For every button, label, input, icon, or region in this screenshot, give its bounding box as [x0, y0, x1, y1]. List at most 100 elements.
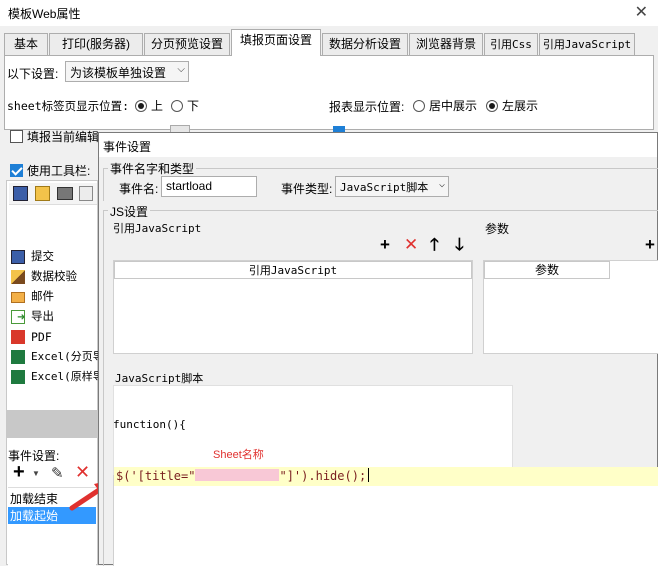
tab-basic[interactable]: 基本	[4, 33, 48, 55]
dialog-title: 事件设置	[103, 140, 152, 154]
checkbox-unchecked-icon	[10, 130, 23, 143]
print-icon[interactable]	[57, 187, 73, 200]
toolbar-item-label: PDF	[31, 330, 52, 344]
page-icon[interactable]	[79, 186, 93, 201]
scope-label: 以下设置:	[7, 67, 59, 81]
sheet-pos-bottom-label: 下	[187, 99, 200, 113]
code-line-1: function(){	[113, 418, 186, 431]
toolbar-item-label: 数据校验	[31, 271, 77, 283]
toolbar-item-excel-page[interactable]: Excel(分页导	[7, 347, 99, 367]
tab-ref-javascript[interactable]: 引用JavaScript	[539, 33, 635, 55]
toolbar-item-export[interactable]: ➜ 导出	[7, 307, 99, 327]
tab-print-server[interactable]: 打印(服务器)	[49, 33, 143, 55]
toolbar-item-submit[interactable]: 提交	[7, 247, 99, 267]
ref-js-table: 引用JavaScript	[113, 260, 473, 354]
checkbox-checked-icon	[10, 164, 23, 177]
radio-checked-icon	[135, 100, 147, 112]
params-label: 参数	[485, 222, 510, 236]
tab-ref-css[interactable]: 引用Css	[484, 33, 538, 55]
chevron-down-icon: ⌵	[177, 64, 185, 75]
add-icon[interactable]: +	[380, 236, 390, 253]
event-name-value: startload	[166, 179, 213, 193]
js-settings-group-label: JS设置	[108, 203, 151, 220]
tab-fill-page[interactable]: 填报页面设置	[231, 29, 321, 56]
fill-current-checkbox[interactable]: 填报当前编辑	[10, 128, 99, 145]
event-item-load-start[interactable]: 加载起始	[8, 507, 96, 524]
toolbar-item-label: Excel(原样导	[31, 370, 99, 383]
params-table: 参数	[483, 260, 658, 354]
event-settings-dialog: 事件设置 事件名字和类型 事件名: startload 事件类型: JavaSc…	[98, 132, 658, 566]
save-icon[interactable]	[13, 186, 28, 201]
sheet-pos-label: sheet标签页显示位置:	[7, 99, 130, 113]
tab-browser-bg[interactable]: 浏览器背景	[409, 33, 483, 55]
fill-current-label: 填报当前编辑	[27, 130, 100, 144]
name-type-group-label: 事件名字和类型	[108, 160, 197, 177]
event-type-label: 事件类型:	[281, 182, 333, 196]
radio-unchecked-icon	[413, 100, 425, 112]
radio-unchecked-icon	[171, 100, 183, 112]
delete-icon[interactable]: ✕	[75, 462, 90, 483]
arrow-down-icon[interactable]: 🡓	[455, 236, 464, 253]
edit-icon[interactable]	[35, 186, 50, 201]
params-header: 参数	[484, 261, 610, 279]
edit-icon[interactable]: ✎	[51, 464, 64, 482]
tab-content: 以下设置: 为该模板单独设置 ⌵ sheet标签页显示位置: 上 下 报表显示位…	[4, 55, 654, 130]
sheet-pos-top-radio[interactable]: 上	[135, 97, 163, 114]
close-icon[interactable]: ✕	[635, 2, 648, 22]
code-line-2: $('[title=" "]').hide();	[116, 468, 370, 483]
toolbar-item-label: Excel(分页导	[31, 350, 99, 363]
toolbar-item-excel-origin[interactable]: Excel(原样导	[7, 367, 99, 387]
scope-select-value: 为该模板单独设置	[70, 66, 167, 80]
ref-js-header: 引用JavaScript	[114, 261, 472, 279]
redacted-sheet-name	[195, 469, 280, 481]
report-pos-left-radio[interactable]: 左展示	[486, 97, 538, 114]
event-type-value: JavaScript脚本	[340, 181, 429, 194]
toolbar-item-label: 提交	[31, 251, 54, 263]
toolbar-blank-area	[9, 205, 97, 245]
ref-js-label: 引用JavaScript	[113, 222, 202, 235]
chevron-down-icon[interactable]: ▼	[32, 469, 40, 478]
report-pos-left-label: 左展示	[502, 99, 539, 113]
event-item-load-end[interactable]: 加载结束	[8, 490, 96, 506]
event-name-label: 事件名:	[119, 182, 159, 196]
event-name-input[interactable]: startload	[161, 176, 257, 197]
toolbar-item-label: 邮件	[31, 291, 54, 303]
chevron-down-icon: ⌵	[438, 179, 445, 190]
text-cursor	[368, 468, 370, 482]
radio-checked-icon	[486, 100, 498, 112]
add-param-icon[interactable]: +	[645, 236, 655, 253]
mail-icon	[11, 292, 25, 303]
use-toolbar-checkbox[interactable]: 使用工具栏:	[10, 162, 90, 179]
toolbar-icon-strip	[9, 183, 97, 205]
toolbar-item-label: 导出	[31, 311, 54, 323]
window-title: 模板Web属性	[8, 7, 81, 21]
report-pos-center-label: 居中展示	[429, 99, 478, 113]
toolbar-item-verify[interactable]: 数据校验	[7, 267, 99, 287]
tab-strip: 基本 打印(服务器) 分页预览设置 填报页面设置 数据分析设置 浏览器背景 引用…	[4, 29, 654, 56]
code-suffix: "]').hide();	[279, 469, 367, 483]
tab-data-analysis[interactable]: 数据分析设置	[322, 33, 408, 55]
toolbar-item-mail[interactable]: 邮件	[7, 287, 99, 307]
arrow-up-icon[interactable]: 🡑	[430, 236, 439, 253]
scope-select[interactable]: 为该模板单独设置 ⌵	[65, 61, 189, 82]
event-type-select[interactable]: JavaScript脚本 ⌵	[335, 176, 449, 197]
toolbar-editor-panel: 提交 数据校验 邮件 ➜ 导出 PDF Excel(分页导 Excel(原样导 …	[6, 180, 99, 566]
dialog-title-bar: 事件设置	[99, 133, 657, 157]
toolbar-item-pdf[interactable]: PDF	[7, 327, 99, 347]
export-icon: ➜	[11, 310, 25, 324]
tab-page-preview[interactable]: 分页预览设置	[144, 33, 230, 55]
verify-icon	[11, 270, 25, 284]
use-toolbar-label: 使用工具栏:	[27, 164, 91, 178]
submit-icon	[11, 250, 25, 264]
window-title-bar: 模板Web属性 ✕	[0, 0, 658, 26]
report-pos-center-radio[interactable]: 居中展示	[413, 97, 477, 114]
script-editor[interactable]: $('[title=" "]').hide();	[113, 467, 658, 566]
report-pos-label: 报表显示位置:	[329, 100, 405, 114]
excel-icon	[11, 350, 25, 364]
script-label: JavaScript脚本	[115, 372, 204, 385]
code-prefix: $('[title="	[116, 469, 196, 483]
sheet-pos-bottom-radio[interactable]: 下	[171, 97, 199, 114]
excel-icon	[11, 370, 25, 384]
delete-icon[interactable]: ✕	[404, 236, 418, 253]
add-event-icon[interactable]: +	[13, 462, 25, 482]
